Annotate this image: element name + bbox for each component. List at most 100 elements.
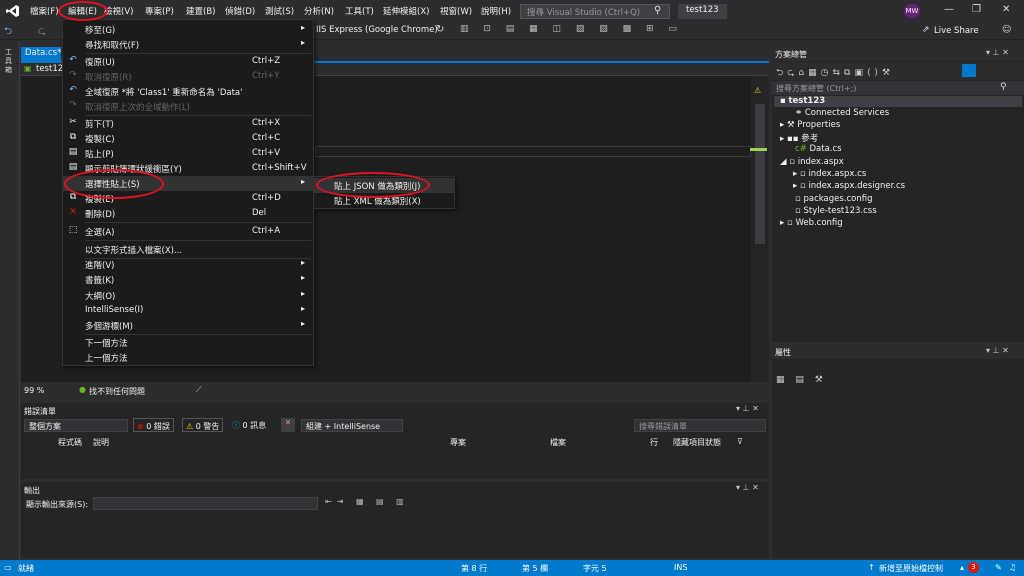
forward-icon[interactable]: ⮎ xyxy=(38,24,46,41)
menu-item-clipboard-ring[interactable]: ▤ 顯示剪貼簿環狀緩衝區(Y) Ctrl+Shift+V xyxy=(63,161,313,176)
menu-item-insert-file[interactable]: 以文字形式插入檔案(X)... xyxy=(63,242,313,257)
search-icon[interactable]: ⚲ xyxy=(654,5,661,16)
menu-debug[interactable]: 偵錯(D) xyxy=(225,5,255,17)
tree-item-web-config[interactable]: ▸ ▫ Web.config xyxy=(780,218,843,228)
props-toolbar-icons[interactable]: ▦ ▤ ⚒ xyxy=(776,375,827,385)
avatar[interactable]: MW xyxy=(904,4,920,18)
column-filter-icon[interactable]: ⊽ xyxy=(737,437,743,446)
menu-item-next-method[interactable]: 下一個方法 xyxy=(63,335,313,350)
se-options-icon[interactable]: ▾ ⊥ ✕ xyxy=(986,48,1009,57)
menu-item-outlining[interactable]: 大綱(O) ▸ xyxy=(63,288,313,303)
menu-item-bookmarks[interactable]: 書籤(K) ▸ xyxy=(63,272,313,287)
tree-item-index-designer[interactable]: ▸ ▫ index.aspx.designer.cs xyxy=(793,181,905,191)
pen-icon[interactable]: ✎ xyxy=(995,563,1002,572)
tree-item-style-css[interactable]: ▫ Style-test123.css xyxy=(795,206,877,216)
nav-project-dropdown[interactable]: test12 xyxy=(36,64,63,74)
source-control-up-icon[interactable]: ▴ xyxy=(960,563,964,572)
col-code[interactable]: 程式碼 xyxy=(58,437,82,448)
tab-data-cs[interactable]: Data.cs* xyxy=(21,47,61,61)
menu-window[interactable]: 視窗(W) xyxy=(440,5,472,17)
menu-help[interactable]: 說明(H) xyxy=(481,5,511,17)
se-search-icon[interactable]: ⚲ xyxy=(1000,82,1007,92)
menu-file[interactable]: 檔案(F) xyxy=(30,5,59,17)
tree-item-references[interactable]: ▸ ▪▪ 參考 xyxy=(780,132,818,144)
submenu-arrow-icon: ▸ xyxy=(301,23,306,32)
output-toolbar-icons[interactable]: ⇤⇥ ▦ ▤ ▥ xyxy=(325,497,409,506)
back-icon[interactable]: ⮌ xyxy=(4,24,12,41)
toolbox-tab[interactable]: 工具箱 xyxy=(5,48,15,75)
tree-item-data-cs[interactable]: c# Data.cs xyxy=(795,144,842,154)
bell-icon[interactable]: ♫ xyxy=(1009,563,1016,572)
col-description[interactable]: 說明 xyxy=(93,437,109,448)
warnings-filter[interactable]: ⚠ 0 警告 xyxy=(182,418,224,432)
menu-item-intellisense[interactable]: IntelliSense(I) ▸ xyxy=(63,303,313,318)
menu-analyze[interactable]: 分析(N) xyxy=(304,5,334,17)
menu-item-redo[interactable]: ↷ 取消復原(R) Ctrl+Y xyxy=(63,69,313,84)
live-share-icon[interactable]: ⇗ xyxy=(922,25,930,35)
props-options-icon[interactable]: ▾ ⊥ ✕ xyxy=(986,346,1009,355)
output-options-icon[interactable]: ▾ ⊥ ✕ xyxy=(736,483,759,492)
close-icon[interactable]: ✕ xyxy=(1002,4,1010,15)
menu-item-multiple-carets[interactable]: 多個游標(M) ▸ xyxy=(63,318,313,333)
feedback-icon[interactable]: ☺ xyxy=(1002,25,1011,35)
messages-filter[interactable]: ⓘ 0 訊息 xyxy=(232,420,266,431)
menu-item-copy[interactable]: ⧉ 複製(C) Ctrl+C xyxy=(63,131,313,146)
panel-options-icon[interactable]: ▾ ⊥ ✕ xyxy=(736,404,759,413)
maximize-icon[interactable]: ❐ xyxy=(972,4,981,15)
menu-test[interactable]: 測試(S) xyxy=(265,5,294,17)
menu-item-previous-method[interactable]: 上一個方法 xyxy=(63,350,313,365)
menu-item-global-undo[interactable]: ↶ 全域復原 *將 'Class1' 重新命名為 'Data' xyxy=(63,84,313,99)
menu-item-paste-xml[interactable]: 貼上 XML 做為類別(X) xyxy=(314,193,454,208)
brush-icon[interactable]: ⟋ xyxy=(196,385,202,395)
menu-item-paste[interactable]: ▤ 貼上(P) Ctrl+V xyxy=(63,146,313,161)
search-input[interactable]: 搜尋 Visual Studio (Ctrl+Q) xyxy=(520,4,670,19)
menu-item-find-replace[interactable]: 尋找和取代(F) ▸ xyxy=(63,37,313,52)
add-source-control[interactable]: 新增至原始檔控制 xyxy=(879,563,943,574)
tree-item-index-aspx[interactable]: ◢ ▫ index.aspx xyxy=(780,157,844,167)
errors-filter[interactable]: ⊗ 0 錯誤 xyxy=(133,418,174,432)
issues-status[interactable]: 找不到任何問題 xyxy=(89,386,145,397)
messages-count: 0 訊息 xyxy=(242,421,267,430)
col-suppression[interactable]: 隱藏項目狀態 xyxy=(673,437,721,448)
se-toolbar-icons[interactable]: ⮌⮎⌂▦◷⇆⧉▣⟨⟩⚒ xyxy=(776,65,894,81)
run-target-dropdown[interactable]: IIS Express (Google Chrome) xyxy=(316,25,438,35)
tree-item-connected-services[interactable]: ⚭ Connected Services xyxy=(795,108,889,118)
se-sync-icon[interactable] xyxy=(962,64,976,77)
notification-badge[interactable]: 3 xyxy=(968,562,979,573)
menu-extensions[interactable]: 延伸模組(X) xyxy=(383,5,429,17)
minimize-icon[interactable]: — xyxy=(944,4,954,15)
col-line[interactable]: 行 xyxy=(650,437,658,448)
menu-item-cut[interactable]: ✂ 剪下(T) Ctrl+X xyxy=(63,116,313,131)
menu-item-duplicate[interactable]: ⧉ 複製(E) Ctrl+D xyxy=(63,191,313,206)
menu-build[interactable]: 建置(B) xyxy=(186,5,215,17)
menu-tools[interactable]: 工具(T) xyxy=(345,5,374,17)
live-share-button[interactable]: Live Share xyxy=(934,26,979,36)
menu-view[interactable]: 檢視(V) xyxy=(104,5,133,17)
menu-edit[interactable]: 編輯(E) xyxy=(68,5,97,17)
col-project[interactable]: 專案 xyxy=(450,437,466,448)
col-file[interactable]: 檔案 xyxy=(550,437,566,448)
zoom-level[interactable]: 99 % xyxy=(24,386,44,395)
scope-dropdown[interactable]: 整個方案 xyxy=(24,419,128,432)
menu-item-global-redo[interactable]: ↷ 取消復原上次的全域動作(L) xyxy=(63,99,313,114)
menu-item-undo[interactable]: ↶ 復原(U) Ctrl+Z xyxy=(63,54,313,69)
tree-item-solution[interactable]: ▪ test123 xyxy=(780,96,825,106)
filter-toggle-icon[interactable]: ✕ xyxy=(281,418,295,432)
menu-project[interactable]: 專案(P) xyxy=(145,5,174,17)
tree-item-properties[interactable]: ▸ ⚒ Properties xyxy=(780,120,840,130)
menu-item-advanced[interactable]: 進階(V) ▸ xyxy=(63,257,313,272)
refresh-icon[interactable]: ↻ xyxy=(436,24,444,35)
menu-item-delete[interactable]: ✕ 刪除(D) Del xyxy=(63,206,313,221)
menu-item-goto[interactable]: 移至(G) ▸ xyxy=(63,22,313,37)
tree-item-index-aspx-cs[interactable]: ▸ ▫ index.aspx.cs xyxy=(793,169,866,179)
add-source-control-icon[interactable]: ↑ xyxy=(868,563,875,572)
menu-item-paste-json[interactable]: 貼上 JSON 做為類別(J) xyxy=(314,178,454,193)
menu-item-paste-special[interactable]: 選擇性貼上(S) ▸ xyxy=(63,176,313,191)
error-search-input[interactable]: 搜尋錯誤清單 xyxy=(634,419,766,432)
scroll-thumb[interactable] xyxy=(755,104,765,244)
build-filter-dropdown[interactable]: 組建 + IntelliSense xyxy=(301,419,403,432)
menu-item-select-all[interactable]: ⬚ 全選(A) Ctrl+A xyxy=(63,224,313,239)
output-source-dropdown[interactable] xyxy=(93,497,318,510)
solution-search-input[interactable]: 搜尋方案總管 (Ctrl+;) xyxy=(772,81,1024,95)
tree-item-packages-config[interactable]: ▫ packages.config xyxy=(795,194,873,204)
